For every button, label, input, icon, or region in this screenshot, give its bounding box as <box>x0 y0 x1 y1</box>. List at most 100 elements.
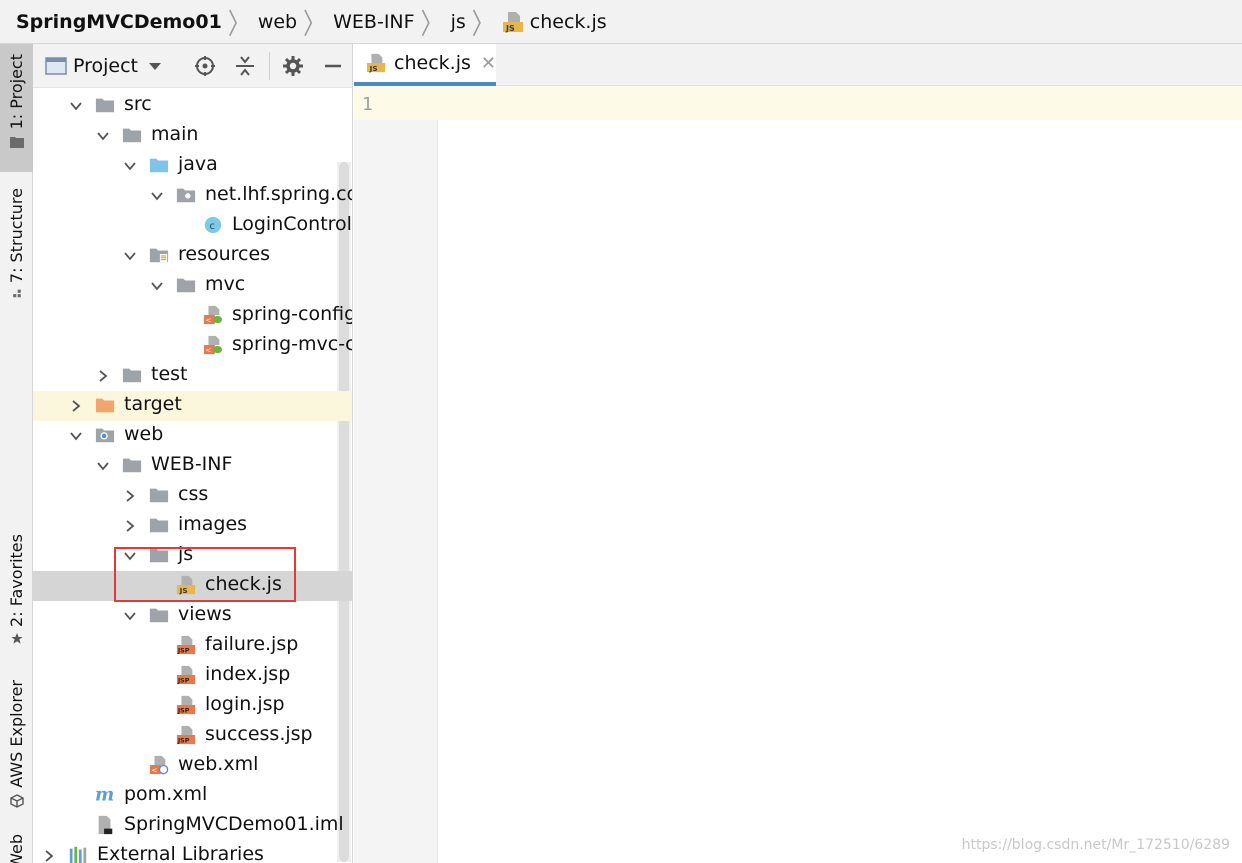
close-icon[interactable]: ✕ <box>481 53 496 74</box>
tree-item[interactable]: < web.xml <box>33 751 352 781</box>
tree-item-label: resources <box>178 243 271 265</box>
aws-explorer-tool-tab[interactable]: AWS Explorer <box>0 676 33 816</box>
editor-tab-bar: JS check.js ✕ <box>354 44 1242 86</box>
tree-item-label: spring-config. <box>232 303 353 325</box>
tree-item[interactable]: images <box>33 511 352 541</box>
tree-item[interactable]: target <box>33 391 352 421</box>
tree-item[interactable]: c LoginControlle <box>33 211 352 241</box>
tree-item-label: src <box>124 93 152 115</box>
tree-item-label: test <box>151 363 188 385</box>
project-panel-header: Project <box>33 44 352 88</box>
current-line[interactable] <box>438 86 1242 120</box>
chevron-down-icon[interactable] <box>148 61 162 71</box>
tree-item[interactable]: css <box>33 481 352 511</box>
project-view-icon <box>45 56 67 75</box>
folder-icon <box>149 608 169 623</box>
breadcrumb-web-inf[interactable]: WEB-INF <box>333 11 414 33</box>
svg-text:JS: JS <box>505 24 515 33</box>
chevron-down-icon[interactable] <box>69 99 83 113</box>
structure-icon <box>12 289 21 298</box>
chevron-right-icon[interactable] <box>69 399 83 413</box>
chevron-right-icon[interactable] <box>42 849 56 863</box>
tree-item-label: mvc <box>205 273 246 295</box>
web-tool-tab[interactable]: Web <box>0 834 33 863</box>
project-tool-tab[interactable]: 1: Project <box>0 44 33 172</box>
breadcrumb-separator-icon: 〉 <box>420 8 443 42</box>
chevron-right-icon[interactable] <box>123 489 137 503</box>
tree-item-label: LoginControlle <box>232 213 352 235</box>
breadcrumb-separator-icon: 〉 <box>303 8 326 42</box>
chevron-down-icon[interactable] <box>150 189 164 203</box>
source-folder-icon <box>149 158 169 173</box>
resources-folder-icon <box>149 248 169 263</box>
tree-item-label: pom.xml <box>124 783 208 805</box>
spring-xml-icon: < <box>203 305 223 325</box>
breadcrumb-js[interactable]: js <box>451 11 466 33</box>
svg-text:<: < <box>205 316 211 325</box>
package-icon <box>176 188 196 203</box>
js-file-icon: JS <box>366 53 386 73</box>
chevron-down-icon[interactable] <box>123 249 137 263</box>
tree-item[interactable]: External Libraries <box>33 841 352 863</box>
header-divider <box>269 52 270 80</box>
favorites-tool-tab[interactable]: 2: Favorites <box>0 530 33 650</box>
chevron-down-icon[interactable] <box>123 159 137 173</box>
tree-item[interactable]: JSP login.jsp <box>33 691 352 721</box>
chevron-down-icon[interactable] <box>96 129 110 143</box>
collapse-all-icon[interactable] <box>233 54 257 78</box>
tree-item[interactable]: resources <box>33 241 352 271</box>
tree-item[interactable]: main <box>33 121 352 151</box>
tree-item[interactable]: mvc <box>33 271 352 301</box>
tree-item-label: login.jsp <box>205 693 285 715</box>
tree-item[interactable]: SpringMVCDemo01.iml <box>33 811 352 841</box>
tree-item[interactable]: < spring-config. <box>33 301 353 331</box>
chevron-down-icon[interactable] <box>150 279 164 293</box>
watermark: https://blog.csdn.net/Mr_172510/6289 <box>961 837 1230 853</box>
tree-item-label: SpringMVCDemo01.iml <box>124 813 344 835</box>
gear-icon[interactable] <box>281 54 305 78</box>
tree-item[interactable]: test <box>33 361 352 391</box>
cube-icon <box>9 793 24 808</box>
tree-item[interactable]: JSP failure.jsp <box>33 631 352 661</box>
tree-item[interactable]: JSP index.jsp <box>33 661 352 691</box>
tree-item[interactable]: web <box>33 421 352 451</box>
breadcrumb-web[interactable]: web <box>258 11 297 33</box>
highlight-box <box>114 547 296 602</box>
tree-item[interactable]: java <box>33 151 352 181</box>
tree-item-label: failure.jsp <box>205 633 299 655</box>
breadcrumb-separator-icon: 〉 <box>471 8 494 42</box>
chevron-down-icon[interactable] <box>123 609 137 623</box>
tree-item[interactable]: net.lhf.spring.con <box>33 181 352 211</box>
svg-text:JSP: JSP <box>177 738 190 745</box>
tree-item-label: target <box>124 393 182 415</box>
breadcrumb-project[interactable]: SpringMVCDemo01 <box>16 11 222 33</box>
locate-icon[interactable] <box>193 54 217 78</box>
tree-item[interactable]: JSP success.jsp <box>33 721 352 751</box>
tree-item[interactable]: src <box>33 91 352 121</box>
jsp-file-icon: JSP <box>177 695 196 715</box>
chevron-right-icon[interactable] <box>96 369 110 383</box>
structure-tool-tab[interactable]: 7: Structure <box>0 184 33 304</box>
project-panel: Project src main java net.lhf.spring.con c Lo… <box>33 44 353 863</box>
tree-item[interactable]: m pom.xml <box>33 781 352 811</box>
breadcrumb-check-js[interactable]: JS check.js <box>502 11 607 33</box>
tree-item[interactable]: WEB-INF <box>33 451 352 481</box>
tree-item-label: views <box>178 603 232 625</box>
tree-item[interactable]: < spring-mvc-cc <box>33 331 352 361</box>
tree-item[interactable]: views <box>33 601 352 631</box>
project-view-selector[interactable]: Project <box>73 55 138 77</box>
svg-text:<: < <box>151 766 157 775</box>
editor-tab-check-js[interactable]: JS check.js ✕ <box>354 44 496 86</box>
svg-text:m: m <box>95 785 114 805</box>
folder-icon <box>122 458 142 473</box>
tree-item-label: java <box>178 153 218 175</box>
tree-item-label: External Libraries <box>97 843 264 863</box>
jsp-file-icon: JSP <box>177 665 196 685</box>
minimize-icon[interactable] <box>321 54 345 78</box>
chevron-right-icon[interactable] <box>123 519 137 533</box>
folder-icon <box>149 518 169 533</box>
chevron-down-icon[interactable] <box>96 459 110 473</box>
class-icon: c <box>204 216 222 234</box>
tree-item-label: net.lhf.spring.con <box>205 183 352 205</box>
chevron-down-icon[interactable] <box>69 429 83 443</box>
